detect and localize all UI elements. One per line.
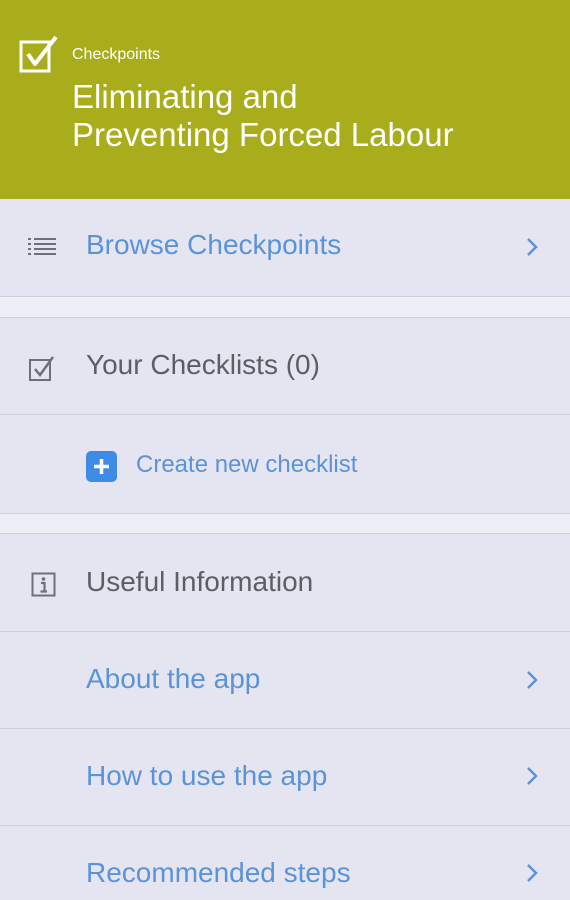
checkbox-check-icon xyxy=(19,35,58,73)
menu-item-label: Recommended steps xyxy=(86,857,351,888)
menu-item-label: Browse Checkpoints xyxy=(86,229,342,260)
checkbox-icon xyxy=(29,356,55,381)
chevron-right-icon xyxy=(527,238,538,256)
chevron-right-icon xyxy=(527,767,538,785)
menu-item-label: How to use the app xyxy=(86,760,328,791)
section-title: Your Checklists (0) xyxy=(86,349,320,380)
section-useful-information: Useful Information xyxy=(0,534,570,631)
section-spacer xyxy=(0,514,570,533)
app-header: Checkpoints Eliminating and Preventing Fo… xyxy=(0,0,570,199)
page-title: Eliminating and Preventing Forced Labour xyxy=(72,78,454,153)
app-name: Checkpoints xyxy=(72,46,161,63)
menu-item-how-to-use-the-app[interactable]: How to use the app xyxy=(0,729,570,825)
section-your-checklists: Your Checklists (0) xyxy=(0,318,570,414)
menu-item-browse-checkpoints[interactable]: Browse Checkpoints xyxy=(0,199,570,296)
list-icon xyxy=(28,238,56,255)
section-title: Useful Information xyxy=(86,566,314,597)
menu-item-label: About the app xyxy=(86,663,261,694)
menu-item-about-the-app[interactable]: About the app xyxy=(0,632,570,728)
plus-icon xyxy=(86,451,117,482)
chevron-right-icon xyxy=(527,864,538,882)
section-spacer xyxy=(0,297,570,317)
menu-item-recommended-steps[interactable]: Recommended steps xyxy=(0,826,570,900)
create-checklist-label: Create new checklist xyxy=(136,451,358,478)
chevron-right-icon xyxy=(527,671,538,689)
create-checklist-button[interactable]: Create new checklist xyxy=(0,415,570,513)
info-icon xyxy=(31,572,56,597)
